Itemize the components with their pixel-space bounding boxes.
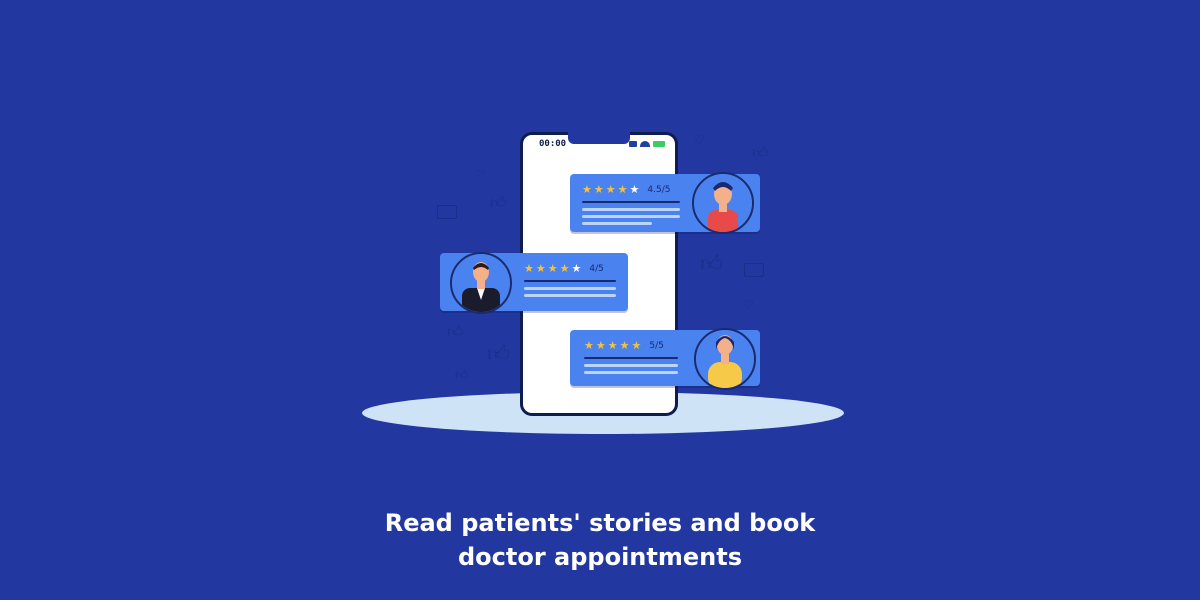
signal-icon	[629, 141, 637, 147]
star-icon: ★	[584, 339, 594, 352]
star-icon: ★	[631, 339, 642, 352]
review-text-line	[582, 222, 652, 225]
status-icons	[629, 141, 665, 147]
review-text-line	[582, 215, 680, 218]
rating-label: 4.5/5	[647, 184, 671, 195]
star-empty-icon: ★	[571, 262, 582, 275]
review-text-line	[582, 208, 680, 211]
review-text-line	[584, 357, 678, 359]
star-icon: ★	[607, 339, 618, 352]
status-time: 00:00	[539, 139, 567, 149]
star-icon: ★	[617, 183, 628, 196]
review-text-line	[582, 201, 680, 203]
review-text-line	[524, 294, 616, 297]
star-icon: ★	[605, 183, 616, 196]
star-icon: ★	[547, 262, 558, 275]
heart-icon: ♡	[475, 168, 486, 182]
thumbs-up-icon: 👍︎	[487, 342, 510, 367]
star-half-icon: ★	[629, 183, 640, 196]
phone-notch	[568, 132, 630, 144]
headline: Read patients' stories and book doctor a…	[0, 506, 1200, 574]
wifi-icon	[640, 141, 650, 147]
review-text-line	[584, 371, 678, 374]
star-rating: ★ ★ ★ ★ ★ 5/5	[584, 340, 664, 351]
thumbs-up-icon: 👍︎	[447, 322, 464, 341]
star-icon: ★	[595, 339, 606, 352]
thumbs-up-icon: 👍︎	[752, 143, 769, 162]
battery-icon	[653, 141, 665, 147]
star-icon: ★	[535, 262, 546, 275]
thumbs-up-icon: 👍︎	[700, 252, 723, 277]
woman-yellow-shirt-avatar	[694, 328, 756, 390]
review-text-line	[524, 287, 616, 290]
chat-bubble-icon	[437, 205, 457, 219]
review-text-line	[584, 364, 678, 367]
headline-line-1: Read patients' stories and book	[384, 509, 816, 537]
star-icon: ★	[593, 183, 604, 196]
heart-icon: ♡	[694, 133, 705, 147]
rating-label: 5/5	[649, 340, 664, 351]
headline-line-2: doctor appointments	[457, 543, 742, 571]
star-icon: ★	[559, 262, 570, 275]
rating-label: 4/5	[589, 263, 604, 274]
thumbs-up-icon: 👍︎	[455, 368, 469, 383]
star-icon: ★	[619, 339, 630, 352]
star-icon: ★	[582, 183, 592, 196]
review-text-line	[524, 280, 616, 282]
star-icon: ★	[524, 262, 534, 275]
star-rating: ★ ★ ★ ★ ★ 4.5/5	[582, 184, 670, 195]
star-rating: ★ ★ ★ ★ ★ 4/5	[524, 263, 604, 274]
heart-icon: ♡	[743, 298, 754, 312]
thumbs-up-icon: 👍︎	[490, 193, 507, 212]
chat-bubble-icon	[744, 263, 764, 277]
man-suit-avatar	[450, 252, 512, 314]
woman-red-shirt-avatar	[692, 172, 754, 234]
